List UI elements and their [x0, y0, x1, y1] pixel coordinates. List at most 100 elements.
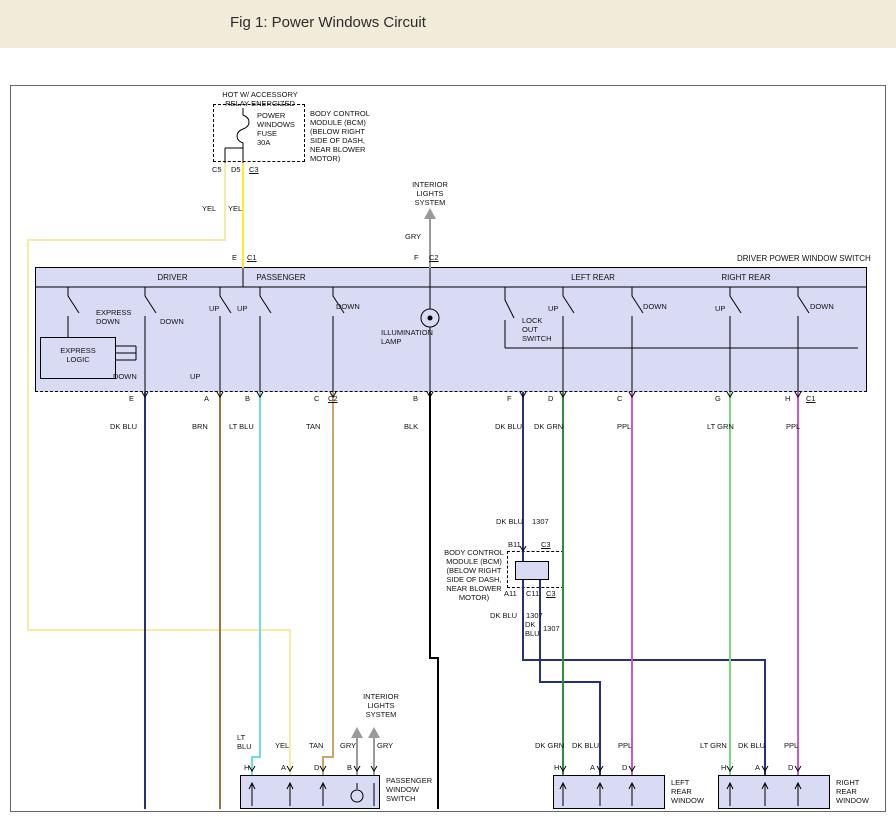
- wire-label-ppl-c: PPL: [617, 422, 631, 431]
- pin-label-f-row: F: [507, 394, 512, 403]
- wire-label-dkblu-a11: DK BLU: [490, 611, 517, 620]
- down-label-bottom: DOWN: [113, 372, 137, 381]
- wire-label-gry-b1: GRY: [340, 741, 356, 750]
- section-label-passenger: PASSENGER: [252, 273, 310, 283]
- pin-label-b2: B: [413, 394, 418, 403]
- pin-label-f: F: [414, 253, 419, 262]
- wire-label-blk: BLK: [404, 422, 418, 431]
- driver-switch-title: DRIVER POWER WINDOW SWITCH: [737, 254, 871, 264]
- wire-label-ltblu: LT BLU: [229, 422, 254, 431]
- wire-blk-b: [430, 392, 438, 809]
- wire-label-ppl-rr: PPL: [784, 741, 798, 750]
- right-rear-switch-label: RIGHT REAR WINDOW: [836, 778, 869, 805]
- circuit-label-1307-a11: 1307: [526, 611, 543, 620]
- up-label-passenger: UP: [237, 304, 247, 313]
- circuit-label-1307-in: 1307: [532, 517, 549, 526]
- interior-lights-label-bottom: INTERIOR LIGHTS SYSTEM: [352, 692, 410, 719]
- down-label-passenger: DOWN: [336, 302, 360, 311]
- wire-label-ltblu-bottom: LT BLU: [237, 733, 252, 751]
- wire-label-gry-top: GRY: [405, 232, 421, 241]
- connector-label-c3-bcm-top: C3: [541, 540, 551, 549]
- down-label-right-rear: DOWN: [810, 302, 834, 311]
- wire-tan-c: [323, 392, 333, 775]
- passenger-switch-label: PASSENGER WINDOW SWITCH: [386, 776, 432, 803]
- page: { "title": "Fig 1: Power Windows Circuit…: [0, 0, 896, 816]
- fuse-name-label: POWER WINDOWS FUSE 30A: [257, 111, 295, 147]
- up-label-left-rear: UP: [548, 304, 558, 313]
- wire-label-dkblu-lr: DK BLU: [572, 741, 599, 750]
- pin-label-a11: A11: [504, 589, 517, 598]
- pin-label-d-pass: D: [314, 763, 319, 772]
- up-label-driver: UP: [209, 304, 219, 313]
- connector-arrows-bottom: [249, 766, 801, 771]
- pin-label-h-rr: H: [721, 763, 726, 772]
- passenger-lamp-symbol: [351, 790, 363, 802]
- section-label-driver: DRIVER: [150, 273, 195, 283]
- wire-label-dkblu-bcm-in: DK BLU: [496, 517, 523, 526]
- pin-label-a-pass: A: [281, 763, 286, 772]
- section-label-left-rear: LEFT REAR: [568, 273, 618, 283]
- connector-arrows-top: [142, 392, 801, 397]
- wire-label-ppl-lr: PPL: [618, 741, 632, 750]
- pin-label-a-lr: A: [590, 763, 595, 772]
- bcm-location-note-top: BODY CONTROL MODULE (BCM) (BELOW RIGHT S…: [310, 109, 370, 163]
- express-down-label: EXPRESS DOWN: [96, 308, 131, 326]
- pin-label-d5: D5: [231, 165, 241, 174]
- down-label-left-rear: DOWN: [643, 302, 667, 311]
- pin-label-d-lr: D: [622, 763, 627, 772]
- pin-label-h-pass: H: [244, 763, 249, 772]
- pin-label-b-pass: B: [347, 763, 352, 772]
- fuse-symbol: [225, 108, 249, 163]
- wire-label-dkblu-c11: DK BLU: [525, 620, 540, 638]
- circuit-label-1307-c11: 1307: [543, 624, 560, 633]
- down-label-driver: DOWN: [160, 317, 184, 326]
- wiring-lines-layer: [0, 0, 896, 816]
- wire-ltblu-b: [252, 392, 260, 775]
- pin-label-d-rr: D: [788, 763, 793, 772]
- bcm-location-note-mid: BODY CONTROL MODULE (BCM) (BELOW RIGHT S…: [443, 548, 505, 602]
- connector-label-c2-top: C2: [429, 253, 439, 262]
- wire-label-tan-bottom: TAN: [309, 741, 323, 750]
- wire-label-brn: BRN: [192, 422, 208, 431]
- express-logic-label: EXPRESS LOGIC: [42, 346, 114, 364]
- wire-label-dkblu-e: DK BLU: [110, 422, 137, 431]
- pin-label-c: C: [314, 394, 319, 403]
- wire-label-tan: TAN: [306, 422, 320, 431]
- up-label-bottom: UP: [190, 372, 200, 381]
- connector-label-c3-top: C3: [249, 165, 259, 174]
- pin-label-e-top: E: [232, 253, 237, 262]
- connector-label-c3-bcm-bottom: C3: [546, 589, 556, 598]
- express-logic-leads: [116, 346, 136, 360]
- express-switch-symbol: [68, 287, 79, 337]
- pin-label-a-rr: A: [755, 763, 760, 772]
- pin-label-h-lr: H: [554, 763, 559, 772]
- wire-label-ppl-h: PPL: [786, 422, 800, 431]
- pin-label-b1: B: [245, 394, 250, 403]
- illumination-lamp-dot: [428, 316, 432, 320]
- lockout-switch-symbol: [505, 287, 858, 348]
- section-label-right-rear: RIGHT REAR: [719, 273, 773, 283]
- fuse-header-label: HOT W/ ACCESSORY RELAY ENERGIZED: [204, 90, 316, 108]
- lockout-switch-label: LOCK OUT SWITCH: [522, 316, 552, 343]
- interior-lights-arrow-bottom-2-icon: [368, 727, 380, 738]
- wire-label-dkblu-rr: DK BLU: [738, 741, 765, 750]
- connector-label-c2-row: C2: [328, 394, 338, 403]
- pin-label-c11: C11: [526, 589, 539, 598]
- pin-label-b11: B11: [508, 540, 521, 549]
- window-switch-symbols: [145, 287, 809, 392]
- wire-label-ltgrn-bottom: LT GRN: [700, 741, 727, 750]
- pin-label-g: G: [715, 394, 721, 403]
- pin-label-c-2: C: [617, 394, 622, 403]
- interior-lights-arrow-bottom-1-icon: [351, 727, 363, 738]
- wire-label-dkgrn: DK GRN: [534, 422, 563, 431]
- bcm-pin-stubs: [523, 551, 540, 588]
- pin-label-d: D: [548, 394, 553, 403]
- wire-label-yel-2: YEL: [228, 204, 242, 213]
- wire-label-gry-b2: GRY: [377, 741, 393, 750]
- wire-label-yel-1: YEL: [202, 204, 216, 213]
- wire-label-yel-bottom: YEL: [275, 741, 289, 750]
- pin-label-h: H: [785, 394, 790, 403]
- interior-lights-label-top: INTERIOR LIGHTS SYSTEM: [404, 180, 456, 207]
- bottom-box-pin-symbols: [249, 783, 801, 806]
- wire-label-dkblu-f: DK BLU: [495, 422, 522, 431]
